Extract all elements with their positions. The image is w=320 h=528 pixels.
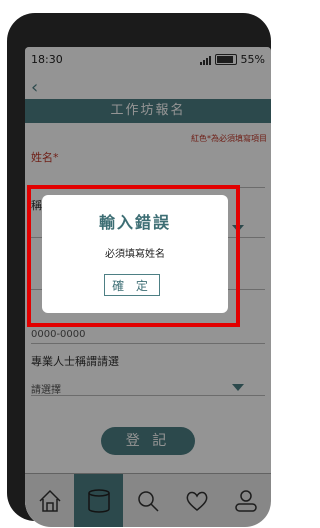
highlight-box [27,185,240,327]
